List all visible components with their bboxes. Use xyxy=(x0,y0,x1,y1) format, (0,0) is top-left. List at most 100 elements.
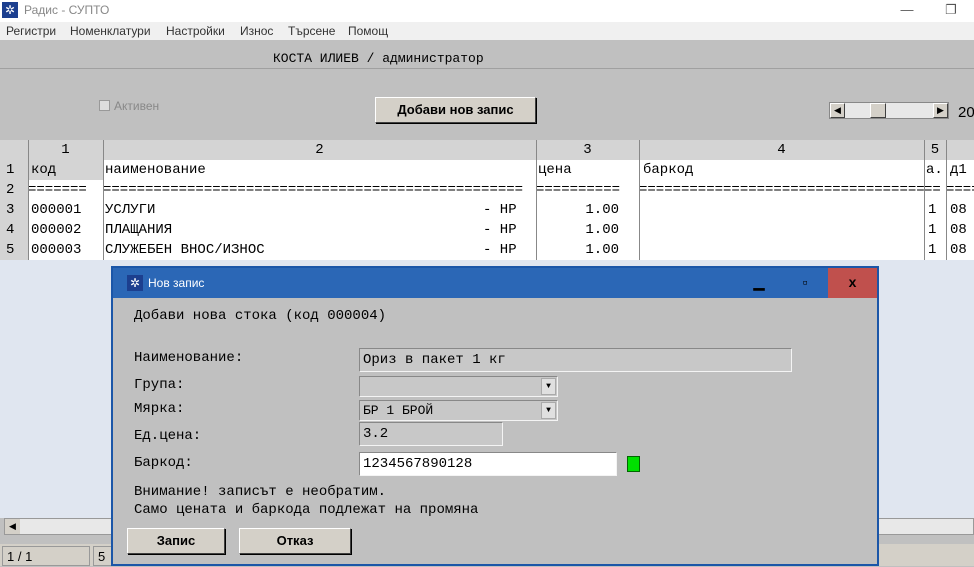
menu-item-settings[interactable]: Настройки xyxy=(166,24,225,38)
app-logo-icon: ✲ xyxy=(127,275,143,291)
cell-price[interactable]: 1.00 xyxy=(536,240,619,260)
grid-divider xyxy=(536,140,537,260)
cell-a[interactable]: 1 xyxy=(924,200,946,220)
dialog-minimize-button[interactable]: ▁ xyxy=(736,268,782,298)
separator-cell: == xyxy=(924,182,941,198)
row-number: 3 xyxy=(0,200,28,220)
table-row[interactable]: 5 000003 СЛУЖЕБЕН ВНОС/ИЗНОС - НР 1.00 1… xyxy=(0,240,974,260)
menu-item-wear[interactable]: Износ xyxy=(240,24,273,38)
grid-divider xyxy=(946,140,947,260)
dialog-title-bar: ✲ Нов запис ▁ ▫ x xyxy=(113,268,877,298)
app-title-bar: ✲ Радис - СУПТО — ❐ xyxy=(0,0,974,22)
column-number-row: 1 2 3 4 5 xyxy=(0,140,974,160)
active-checkbox[interactable]: Активен xyxy=(99,99,159,113)
cell-name[interactable]: ПЛАЩАНИЯ xyxy=(103,220,483,240)
restore-button[interactable]: ❐ xyxy=(928,0,974,22)
grid-divider xyxy=(924,140,925,260)
status-cell: 5 xyxy=(93,546,113,566)
separator-cell: ======= xyxy=(28,182,87,198)
grid-divider xyxy=(103,140,104,260)
dialog-content: Добави нова стока (код 000004) Наименова… xyxy=(113,298,877,564)
cell-a[interactable]: 1 xyxy=(924,220,946,240)
cell-a[interactable]: 1 xyxy=(924,240,946,260)
col-num: 5 xyxy=(930,142,940,158)
cell-name-suffix: - НР xyxy=(483,222,517,238)
separator-cell: ==== xyxy=(946,182,974,198)
scroll-left-icon[interactable]: ◀ xyxy=(830,103,845,118)
cell-price[interactable]: 1.00 xyxy=(536,220,619,240)
cell-d1[interactable]: 08 xyxy=(946,240,974,260)
cell-barcode[interactable] xyxy=(639,200,924,220)
row-number: 1 xyxy=(0,160,28,180)
chevron-down-icon[interactable]: ▼ xyxy=(541,378,556,395)
col-num: 4 xyxy=(777,142,786,158)
chevron-down-icon[interactable]: ▼ xyxy=(541,402,556,419)
barcode-valid-indicator xyxy=(627,456,640,472)
barcode-field[interactable]: 1234567890128 xyxy=(359,452,617,476)
col-num: 2 xyxy=(315,142,324,158)
cell-price[interactable]: 1.00 xyxy=(536,200,619,220)
status-page: 1 / 1 xyxy=(2,546,90,566)
header-code[interactable]: код xyxy=(28,160,103,180)
name-field[interactable]: Ориз в пакет 1 кг xyxy=(359,348,792,372)
col-num: 3 xyxy=(583,142,592,158)
app-title: Радис - СУПТО xyxy=(24,3,110,17)
separator-cell: ========== xyxy=(536,182,621,198)
cell-d1[interactable]: 08 xyxy=(946,200,974,220)
table-row[interactable]: 4 000002 ПЛАЩАНИЯ - НР 1.00 1 08 xyxy=(0,220,974,240)
barcode-label: Баркод: xyxy=(134,455,193,471)
cancel-button[interactable]: Отказ xyxy=(239,528,351,554)
cell-code[interactable]: 000002 xyxy=(28,220,103,240)
unit-price-field[interactable]: 3.2 xyxy=(359,422,503,446)
unit-select[interactable]: БР 1 БРОЙ ▼ xyxy=(359,400,558,421)
add-record-button[interactable]: Добави нов запис xyxy=(375,97,536,123)
menu-item-nomenclatures[interactable]: Номенклатури xyxy=(70,24,151,38)
app-logo-icon: ✲ xyxy=(2,2,18,18)
dialog-heading: Добави нова стока (код 000004) xyxy=(134,308,387,324)
group-label: Група: xyxy=(134,377,185,393)
header-price[interactable]: цена xyxy=(536,160,639,180)
warning-text: Внимание! записът е необратим. xyxy=(134,484,387,500)
cell-barcode[interactable] xyxy=(639,220,924,240)
row-number: 2 xyxy=(0,180,28,200)
dialog-close-button[interactable]: x xyxy=(828,268,877,298)
minimize-button[interactable]: — xyxy=(884,0,930,22)
col-num: 1 xyxy=(61,142,70,158)
menu-item-help[interactable]: Помощ xyxy=(348,24,388,38)
unit-price-label: Ед.цена: xyxy=(134,428,202,444)
cell-name-suffix: - НР xyxy=(483,242,517,258)
header-d1[interactable]: д1 xyxy=(946,160,974,180)
toolbar-scrollbar[interactable]: ◀ ▶ xyxy=(829,102,949,119)
separator-cell: ========================================… xyxy=(103,182,524,198)
header-a[interactable]: а. xyxy=(924,160,946,180)
menu-item-registers[interactable]: Регистри xyxy=(6,24,56,38)
header-barcode[interactable]: баркод xyxy=(639,160,924,180)
active-checkbox-label: Активен xyxy=(114,99,160,113)
scroll-right-icon[interactable]: ▶ xyxy=(933,103,948,118)
cell-barcode[interactable] xyxy=(639,240,924,260)
grid-divider xyxy=(28,140,29,260)
menu-item-search[interactable]: Търсене xyxy=(288,24,335,38)
group-select[interactable]: ▼ xyxy=(359,376,558,397)
cell-name[interactable]: УСЛУГИ xyxy=(103,200,483,220)
scroll-left-icon[interactable]: ◀ xyxy=(5,519,20,534)
data-grid: 1 2 3 4 5 1 код наименование цена баркод… xyxy=(0,140,974,260)
warning-text: Само цената и баркода подлежат на промян… xyxy=(134,502,479,518)
row-number: 4 xyxy=(0,220,28,240)
cell-name[interactable]: СЛУЖЕБЕН ВНОС/ИЗНОС xyxy=(103,240,483,260)
header-name[interactable]: наименование xyxy=(103,160,536,180)
toolbar: КОСТА ИЛИЕВ / администратор Активен Доба… xyxy=(0,40,974,140)
toolbar-divider xyxy=(0,68,974,69)
cell-code[interactable]: 000003 xyxy=(28,240,103,260)
dialog-title: Нов запис xyxy=(148,276,205,290)
scroll-thumb[interactable] xyxy=(870,103,886,118)
table-row[interactable]: 3 000001 УСЛУГИ - НР 1.00 1 08 xyxy=(0,200,974,220)
save-button[interactable]: Запис xyxy=(127,528,225,554)
current-user: КОСТА ИЛИЕВ / администратор xyxy=(273,51,484,66)
cell-code[interactable]: 000001 xyxy=(28,200,103,220)
header-row: 1 код наименование цена баркод а. д1 xyxy=(0,160,974,180)
separator-row: 2 ======= ==============================… xyxy=(0,180,974,200)
dialog-maximize-button[interactable]: ▫ xyxy=(782,268,828,298)
cell-d1[interactable]: 08 xyxy=(946,220,974,240)
close-icon: x xyxy=(848,274,857,290)
